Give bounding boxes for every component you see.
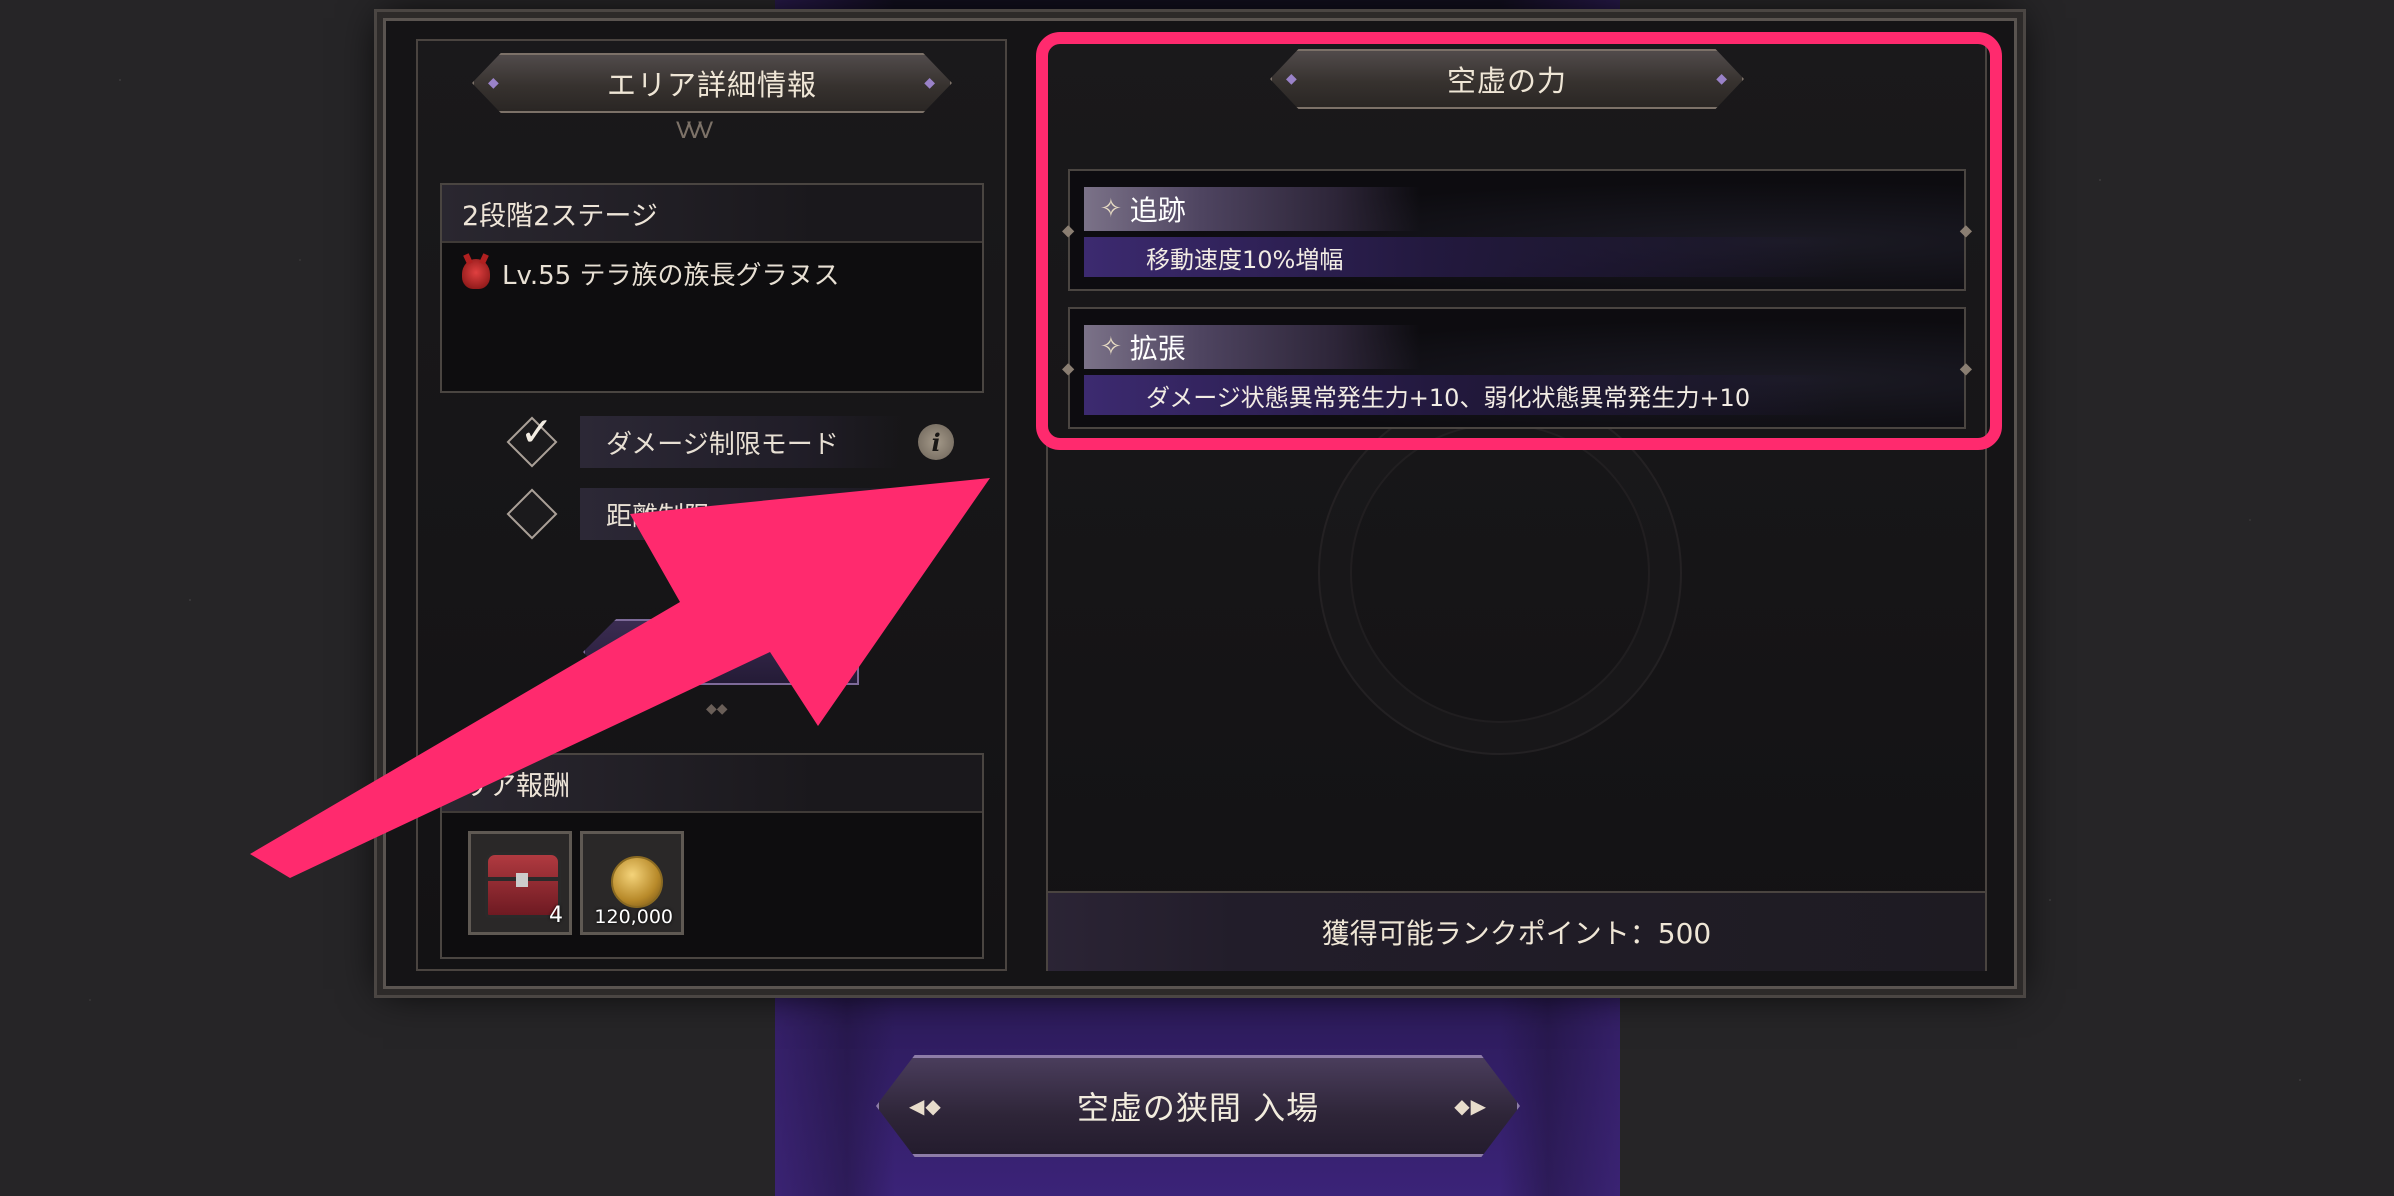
damage-limit-mode-row[interactable]: ✓ ダメージ制限モード i: [506, 410, 954, 468]
damage-limit-label: ダメージ制限モード: [580, 416, 902, 468]
rank-points: 獲得可能ランクポイント：500: [1048, 891, 1985, 971]
arrow-left-icon: ◀◆: [909, 1094, 942, 1118]
arrow-right-icon: ◆▶: [1454, 1094, 1487, 1118]
enter-void-rift-button[interactable]: ◀◆ 空虚の狭間 入場 ◆▶: [876, 1055, 1520, 1157]
ornament: VVV: [676, 119, 713, 144]
boss-line: Lv.55 テラ族の族長グラヌス: [442, 243, 982, 304]
enter-button-label: 空虚の狭間 入場: [1076, 1089, 1320, 1127]
reward-qty: 120,000: [594, 906, 673, 928]
annotation-arrow-icon: [250, 478, 990, 878]
info-icon[interactable]: i: [918, 424, 954, 460]
area-detail-title: エリア詳細情報: [472, 53, 952, 113]
boss-name: Lv.55 テラ族の族長グラヌス: [502, 261, 840, 291]
damage-limit-checkbox[interactable]: ✓: [506, 410, 558, 468]
stage-info-box: 2段階2ステージ Lv.55 テラ族の族長グラヌス: [440, 183, 984, 393]
highlight-box: [1036, 32, 2002, 450]
reward-qty: 4: [549, 903, 563, 928]
stage-name: 2段階2ステージ: [442, 185, 982, 243]
checkmark-icon: ✓: [520, 409, 554, 456]
demon-icon: [462, 258, 490, 289]
